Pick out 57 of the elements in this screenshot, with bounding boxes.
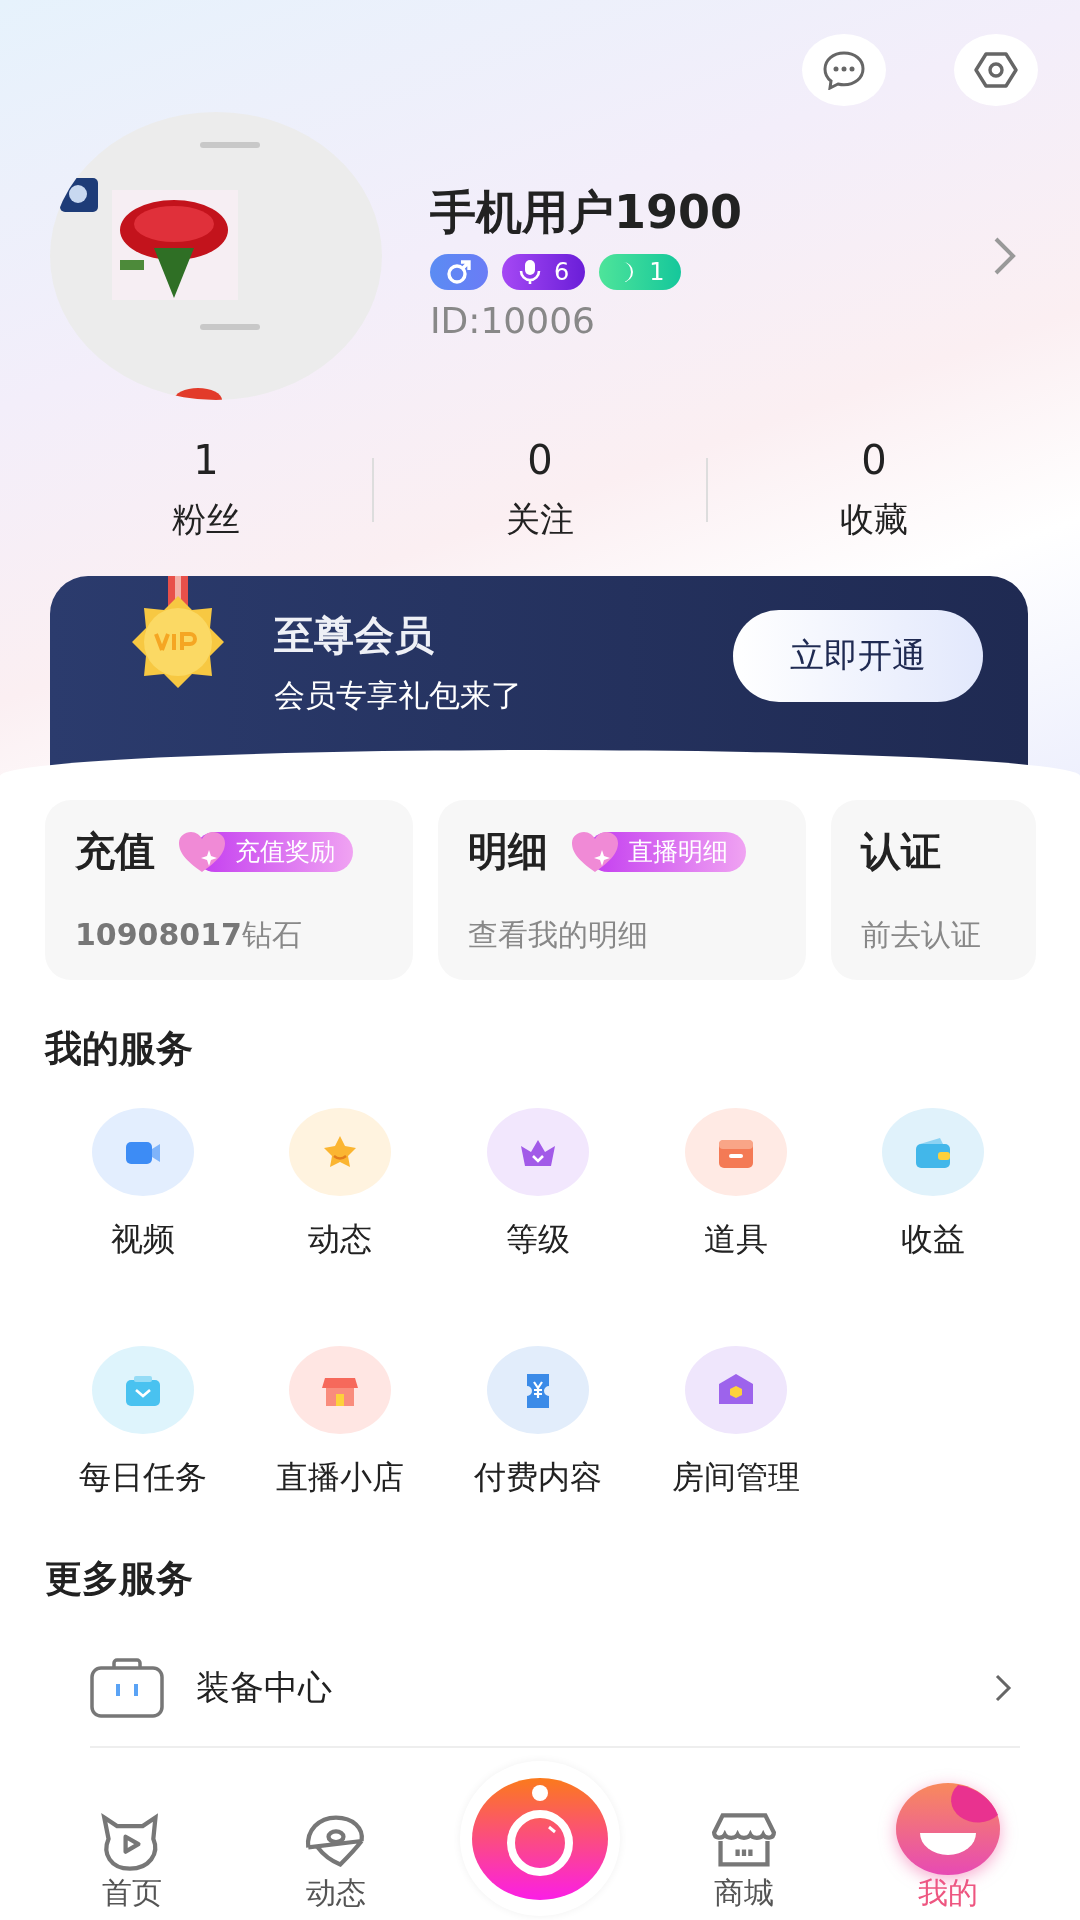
service-label: 收益: [901, 1219, 966, 1260]
service-label: 每日任务: [78, 1457, 207, 1498]
card-title: 明细: [468, 827, 548, 876]
shortcut-card[interactable]: 认证 前去认证: [831, 800, 1036, 980]
card-detail: 10908017钻石: [75, 916, 303, 954]
stat-count: 1: [193, 437, 219, 483]
service-item[interactable]: 每日任务: [44, 1346, 242, 1500]
gender-badge: [430, 253, 488, 290]
nav-tab[interactable]: 首页: [30, 1809, 234, 1914]
service-label: 等级: [506, 1219, 570, 1260]
nav-tab[interactable]: 商城: [642, 1809, 846, 1914]
menu-row[interactable]: 装备中心: [90, 1640, 1020, 1748]
service-item[interactable]: 房间管理: [636, 1346, 835, 1500]
toolbox-icon: [90, 1658, 164, 1718]
service-item[interactable]: 动态: [241, 1108, 440, 1262]
service-item[interactable]: 视频: [44, 1108, 242, 1262]
smiley-icon: [896, 1783, 1000, 1875]
vip-title: 至尊会员: [274, 611, 435, 660]
card-detail: 前去认证: [861, 916, 982, 954]
service-label: 道具: [703, 1219, 768, 1260]
level-badge: 6: [502, 253, 586, 290]
user-name: 手机用户1900: [430, 183, 744, 241]
service-label: 付费内容: [474, 1457, 602, 1498]
level-badge: 1: [599, 253, 681, 290]
service-item[interactable]: 道具: [636, 1108, 835, 1262]
stat-label: 收藏: [840, 498, 908, 541]
card-title: 充值: [75, 827, 155, 876]
user-id: ID:10006: [430, 299, 596, 341]
shortcut-card[interactable]: 明细 直播明细 查看我的明细: [438, 800, 806, 980]
service-label: 视频: [110, 1219, 175, 1260]
card-detail: 查看我的明细: [468, 916, 649, 954]
camera-icon: [471, 1776, 609, 1901]
activate-button[interactable]: 立即开通: [733, 610, 983, 702]
stat-label: 关注: [506, 498, 574, 541]
service-label: 房间管理: [671, 1457, 800, 1498]
service-item[interactable]: 收益: [834, 1108, 1032, 1262]
chevron-right-icon[interactable]: [992, 235, 1018, 277]
service-item[interactable]: 等级: [439, 1108, 637, 1262]
chevron-right-icon: [994, 1673, 1012, 1703]
chat-bubble-icon: [822, 50, 866, 90]
service-label: 直播小店: [276, 1457, 405, 1498]
section-title: 更多服务: [45, 1556, 193, 1602]
shortcut-card[interactable]: 充值 充值奖励 10908017钻石: [45, 800, 413, 980]
heart-icon: [570, 829, 620, 874]
nav-tab[interactable]: 动态: [234, 1809, 438, 1914]
stat-count: 0: [527, 437, 553, 483]
service-item[interactable]: 直播小店: [241, 1346, 440, 1500]
card-title: 认证: [861, 827, 941, 876]
vip-subtitle: 会员专享礼包来了: [274, 676, 522, 715]
settings-icon: [974, 50, 1018, 90]
menu-label: 装备中心: [196, 1666, 332, 1709]
service-item[interactable]: 付费内容: [439, 1346, 637, 1500]
section-title: 我的服务: [45, 1026, 193, 1072]
service-label: 动态: [308, 1219, 373, 1260]
stat-label: 粉丝: [172, 498, 240, 541]
heart-icon: [177, 829, 227, 874]
stat-count: 0: [861, 437, 887, 483]
